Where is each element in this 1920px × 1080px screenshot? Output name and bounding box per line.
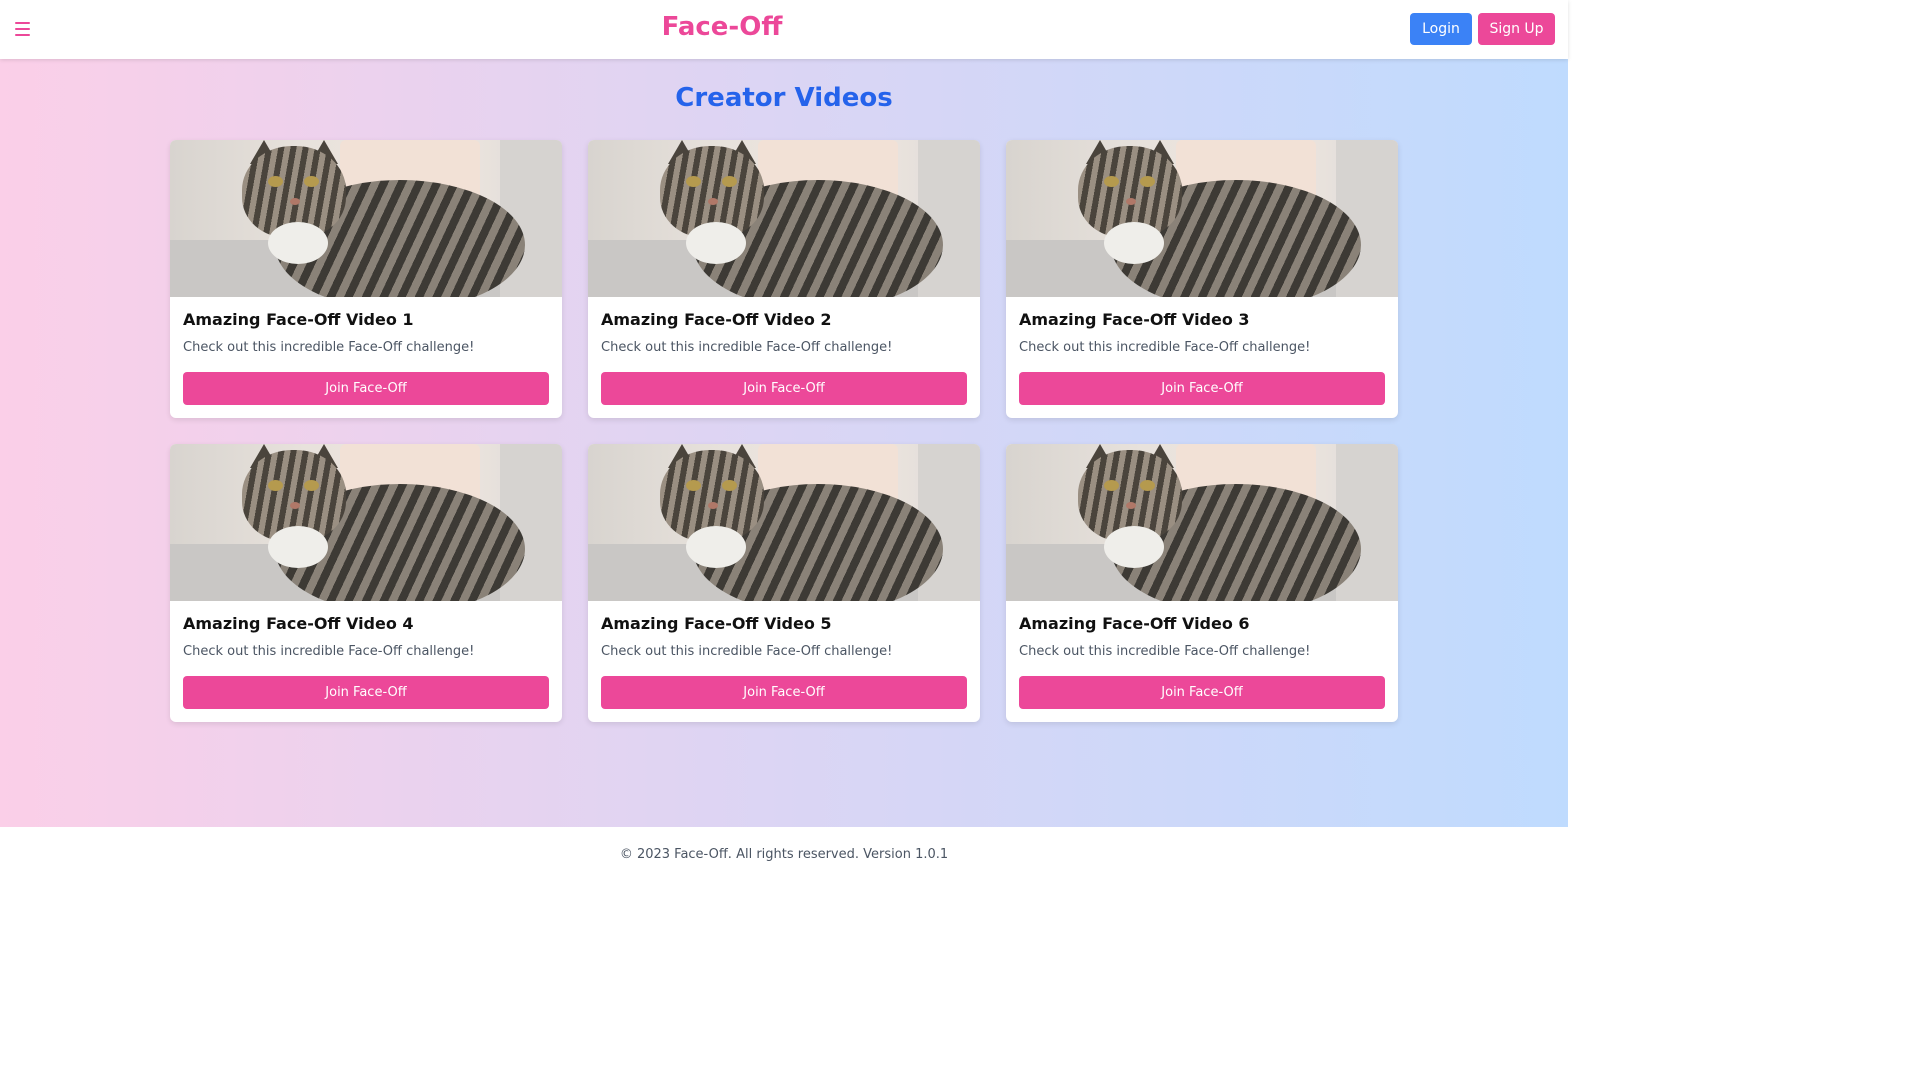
video-thumbnail[interactable] bbox=[170, 444, 562, 601]
video-thumbnail[interactable] bbox=[1006, 140, 1398, 297]
thumb-cat-nose bbox=[708, 502, 718, 509]
page-footer: © 2023 Face-Off. All rights reserved. Ve… bbox=[0, 827, 1568, 882]
thumb-cat-eye bbox=[722, 480, 737, 491]
thumb-cat-eye bbox=[1104, 480, 1119, 491]
video-card[interactable]: Amazing Face-Off Video 6 Check out this … bbox=[1006, 444, 1398, 722]
join-face-off-button[interactable]: Join Face-Off bbox=[1019, 676, 1385, 709]
thumb-cat-nose bbox=[290, 198, 300, 205]
video-description: Check out this incredible Face-Off chall… bbox=[1019, 340, 1311, 355]
video-title: Amazing Face-Off Video 3 bbox=[1019, 310, 1250, 329]
video-description: Check out this incredible Face-Off chall… bbox=[1019, 644, 1311, 659]
video-description: Check out this incredible Face-Off chall… bbox=[601, 340, 893, 355]
join-face-off-button[interactable]: Join Face-Off bbox=[601, 676, 967, 709]
thumb-cat-eye bbox=[1140, 480, 1155, 491]
video-thumbnail[interactable] bbox=[170, 140, 562, 297]
thumb-cat-eye bbox=[686, 176, 701, 187]
video-description: Check out this incredible Face-Off chall… bbox=[183, 340, 475, 355]
video-description: Check out this incredible Face-Off chall… bbox=[601, 644, 893, 659]
footer-copyright: © 2023 Face-Off. All rights reserved. Ve… bbox=[619, 847, 949, 862]
thumb-cat-eye bbox=[722, 176, 737, 187]
thumb-cat-eye bbox=[268, 480, 283, 491]
thumb-cat-nose bbox=[1126, 198, 1136, 205]
video-title: Amazing Face-Off Video 6 bbox=[1019, 614, 1250, 633]
video-card[interactable]: Amazing Face-Off Video 2 Check out this … bbox=[588, 140, 980, 418]
thumb-cat-chest bbox=[686, 222, 746, 264]
thumb-cat-eye bbox=[1140, 176, 1155, 187]
thumb-cat-nose bbox=[290, 502, 300, 509]
thumb-cat-eye bbox=[304, 480, 319, 491]
thumb-cat-eye bbox=[1104, 176, 1119, 187]
login-button[interactable]: Login bbox=[1410, 13, 1472, 45]
thumb-cat-nose bbox=[1126, 502, 1136, 509]
video-card[interactable]: Amazing Face-Off Video 3 Check out this … bbox=[1006, 140, 1398, 418]
brand-logo[interactable]: Face-Off bbox=[0, 12, 1444, 42]
video-card[interactable]: Amazing Face-Off Video 5 Check out this … bbox=[588, 444, 980, 722]
thumb-cat-chest bbox=[1104, 222, 1164, 264]
thumb-cat-chest bbox=[268, 526, 328, 568]
top-navbar: Face-Off Login Sign Up bbox=[0, 0, 1568, 59]
video-thumbnail[interactable] bbox=[1006, 444, 1398, 601]
thumb-cat-chest bbox=[1104, 526, 1164, 568]
thumb-cat-eye bbox=[304, 176, 319, 187]
join-face-off-button[interactable]: Join Face-Off bbox=[1019, 372, 1385, 405]
video-title: Amazing Face-Off Video 1 bbox=[183, 310, 414, 329]
video-title: Amazing Face-Off Video 5 bbox=[601, 614, 832, 633]
main-content: Creator Videos Amazing Face-Off Video 1 … bbox=[0, 59, 1568, 827]
thumb-cat-chest bbox=[268, 222, 328, 264]
video-thumbnail[interactable] bbox=[588, 444, 980, 601]
video-description: Check out this incredible Face-Off chall… bbox=[183, 644, 475, 659]
signup-button[interactable]: Sign Up bbox=[1478, 13, 1555, 45]
video-card[interactable]: Amazing Face-Off Video 4 Check out this … bbox=[170, 444, 562, 722]
join-face-off-button[interactable]: Join Face-Off bbox=[601, 372, 967, 405]
thumb-cat-nose bbox=[708, 198, 718, 205]
join-face-off-button[interactable]: Join Face-Off bbox=[183, 676, 549, 709]
video-title: Amazing Face-Off Video 2 bbox=[601, 310, 832, 329]
video-title: Amazing Face-Off Video 4 bbox=[183, 614, 414, 633]
thumb-cat-eye bbox=[686, 480, 701, 491]
page-title: Creator Videos bbox=[675, 83, 893, 113]
video-thumbnail[interactable] bbox=[588, 140, 980, 297]
thumb-cat-eye bbox=[268, 176, 283, 187]
join-face-off-button[interactable]: Join Face-Off bbox=[183, 372, 549, 405]
thumb-cat-chest bbox=[686, 526, 746, 568]
video-card[interactable]: Amazing Face-Off Video 1 Check out this … bbox=[170, 140, 562, 418]
